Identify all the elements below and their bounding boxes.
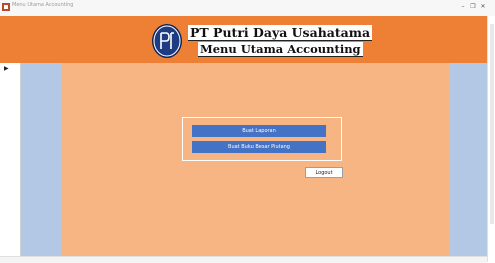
record-selector-arrow-icon: ▶ [4,65,9,72]
minimize-button[interactable]: – [459,3,467,11]
logout-button[interactable]: Logout [305,167,343,178]
company-logo-icon [152,24,182,58]
vertical-scrollbar[interactable] [487,16,495,262]
close-button[interactable]: ✕ [479,3,487,11]
access-form-icon [2,3,10,11]
menu-box [182,117,342,161]
window-title: Menu Utama Accounting [12,2,74,8]
window-titlebar: Menu Utama Accounting – ❐ ✕ [0,0,495,17]
buat-laporan-button[interactable]: Buat Laporan [192,125,326,137]
buat-buku-besar-piutang-button[interactable]: Buat Buku Besar Piutang [192,141,326,153]
restore-button[interactable]: ❐ [469,3,477,11]
right-side-panel [449,63,487,256]
page-title: Menu Utama Accounting [198,42,363,57]
company-name: PT Putri Daya Usahatama [188,25,373,41]
scrollbar-thumb[interactable] [490,24,494,224]
left-side-panel [21,63,62,256]
record-selector[interactable]: ▶ [0,63,21,256]
